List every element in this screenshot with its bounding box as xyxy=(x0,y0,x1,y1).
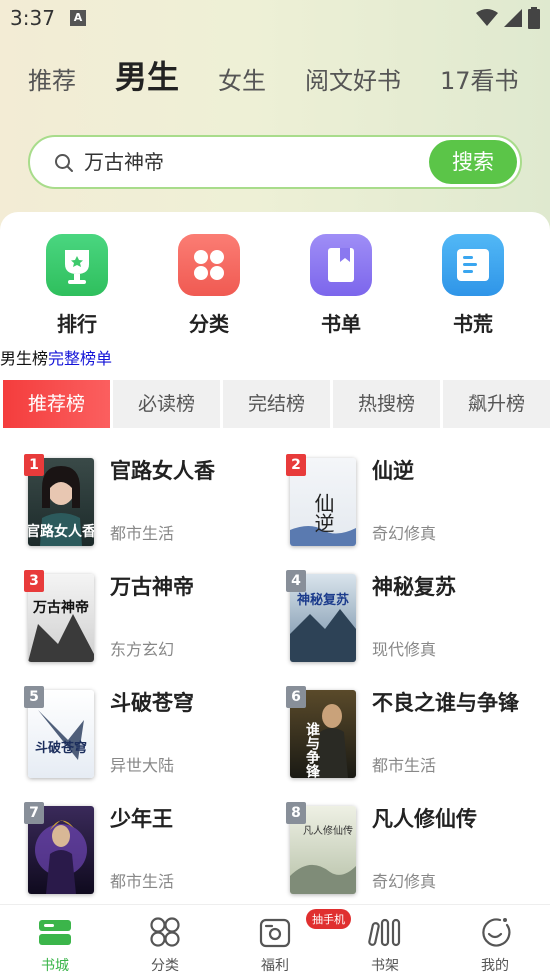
book-title: 不良之谁与争锋 xyxy=(372,691,519,715)
nav-bookstore-label: 书城 xyxy=(41,958,69,974)
quick-bookfamine[interactable]: 书荒 xyxy=(438,234,508,337)
book-title: 少年王 xyxy=(110,807,173,831)
rank-badge: 8 xyxy=(286,802,306,824)
nav-bookshelf[interactable]: 书架 xyxy=(350,915,420,975)
rank-tab-completed[interactable]: 完结榜 xyxy=(223,380,330,428)
tab-17kan[interactable]: 17看书 xyxy=(440,56,519,106)
search-button[interactable]: 搜索 xyxy=(429,140,517,184)
book-category: 都市生活 xyxy=(372,756,437,775)
cover-title: 凡人修仙传 xyxy=(303,824,353,837)
status-icons xyxy=(476,6,540,30)
rank-tab-rising[interactable]: 飙升榜 xyxy=(443,380,550,428)
quick-category[interactable]: 分类 xyxy=(174,234,244,337)
nav-profile[interactable]: 我的 xyxy=(460,915,530,975)
notification-icon: A xyxy=(70,10,86,26)
book-item[interactable]: 4 神秘复苏 神秘复苏 现代修真 xyxy=(286,570,548,684)
rank-badge: 2 xyxy=(286,454,306,476)
status-time: 3:37 xyxy=(10,6,55,30)
rank-title: 男生榜 xyxy=(0,349,49,368)
tab-male[interactable]: 男生 xyxy=(115,52,179,102)
book-title: 仙逆 xyxy=(372,459,414,483)
main-content: 排行 分类 书单 书荒 男生榜完整榜单 推荐榜 必读榜 完结榜 热搜榜 飙升榜 … xyxy=(0,212,550,904)
cover-title: 神秘复苏 xyxy=(297,592,349,608)
rank-badge: 5 xyxy=(24,686,44,708)
nav-profile-label: 我的 xyxy=(481,958,509,974)
tab-recommend[interactable]: 推荐 xyxy=(28,56,76,106)
signal-icon xyxy=(504,9,522,27)
rank-tabs: 推荐榜 必读榜 完结榜 热搜榜 飙升榜 xyxy=(0,380,550,430)
cover-title: 仙逆 xyxy=(311,493,335,533)
book-category: 奇幻修真 xyxy=(372,524,437,543)
quick-ranking[interactable]: 排行 xyxy=(42,234,112,337)
book-item[interactable]: 6 谁与争锋 不良之谁与争锋 都市生活 xyxy=(286,686,548,800)
book-title: 万古神帝 xyxy=(110,575,194,599)
search-icon xyxy=(55,154,73,172)
quick-booklist[interactable]: 书单 xyxy=(306,234,376,337)
quick-bookfamine-label: 书荒 xyxy=(453,312,493,336)
channel-tabs: 推荐 男生 女生 阅文好书 17看书 xyxy=(0,56,550,106)
book-category: 异世大陆 xyxy=(110,756,175,775)
rank-badge: 7 xyxy=(24,802,44,824)
nav-welfare[interactable]: 抽手机 福利 xyxy=(240,909,351,975)
status-bar: 3:37 A xyxy=(0,0,550,38)
wifi-icon xyxy=(476,9,498,26)
category-icon xyxy=(148,915,182,949)
book-item[interactable]: 1 官路女人香 官路女人香 都市生活 xyxy=(24,454,286,568)
search-bar[interactable]: 万古神帝 搜索 xyxy=(28,135,522,189)
rank-tab-hotsearch[interactable]: 热搜榜 xyxy=(333,380,440,428)
open-book-icon xyxy=(442,234,504,296)
book-item[interactable]: 3 万古神帝 万古神帝 东方玄幻 xyxy=(24,570,286,684)
cover-title: 谁与争锋 xyxy=(304,721,320,778)
book-item[interactable]: 8 凡人修仙传 凡人修仙传 奇幻修真 xyxy=(286,802,548,904)
rank-tab-mustread[interactable]: 必读榜 xyxy=(113,380,220,428)
cover-title: 万古神帝 xyxy=(32,599,89,616)
book-title: 凡人修仙传 xyxy=(372,807,477,831)
quick-category-label: 分类 xyxy=(189,312,229,336)
rank-badge: 6 xyxy=(286,686,306,708)
trophy-icon xyxy=(46,234,108,296)
book-title: 斗破苍穹 xyxy=(110,691,194,715)
battery-icon xyxy=(528,7,540,29)
bottom-nav: 书城 分类 抽手机 福利 书架 我的 xyxy=(0,904,550,979)
nav-category-label: 分类 xyxy=(151,958,179,974)
gift-icon: 抽手机 xyxy=(258,909,351,949)
rank-badge: 1 xyxy=(24,454,44,476)
bookshelf-icon xyxy=(368,915,402,949)
cover-title: 官路女人香 xyxy=(28,523,94,540)
cover-title: 斗破苍穹 xyxy=(35,740,87,756)
grid-icon xyxy=(178,234,240,296)
rank-header: 男生榜完整榜单 xyxy=(0,345,112,369)
tab-female[interactable]: 女生 xyxy=(218,56,266,106)
profile-icon xyxy=(478,915,512,949)
nav-welfare-label: 福利 xyxy=(261,958,289,974)
book-list-icon xyxy=(310,234,372,296)
nav-bookshelf-label: 书架 xyxy=(371,958,399,974)
book-title: 官路女人香 xyxy=(110,459,215,483)
quick-booklist-label: 书单 xyxy=(321,312,361,336)
book-item[interactable]: 2 仙逆 仙逆 奇幻修真 xyxy=(286,454,548,568)
book-category: 奇幻修真 xyxy=(372,872,437,891)
bookstore-icon xyxy=(38,915,72,949)
book-category: 都市生活 xyxy=(110,524,175,543)
quick-ranking-label: 排行 xyxy=(57,312,97,336)
rank-tab-recommend[interactable]: 推荐榜 xyxy=(3,380,110,428)
rank-badge: 3 xyxy=(24,570,44,592)
nav-category[interactable]: 分类 xyxy=(130,915,200,975)
rank-badge: 4 xyxy=(286,570,306,592)
search-input[interactable]: 万古神帝 xyxy=(84,137,164,187)
tab-yuewen[interactable]: 阅文好书 xyxy=(305,56,401,106)
nav-bookstore[interactable]: 书城 xyxy=(20,915,90,975)
book-item[interactable]: 5 斗破苍穹 斗破苍穹 异世大陆 xyxy=(24,686,286,800)
welfare-badge: 抽手机 xyxy=(306,909,351,929)
book-category: 都市生活 xyxy=(110,872,175,891)
full-ranking-link[interactable]: 完整榜单 xyxy=(48,349,112,368)
book-title: 神秘复苏 xyxy=(372,575,456,599)
book-category: 东方玄幻 xyxy=(110,640,175,659)
book-category: 现代修真 xyxy=(372,640,437,659)
book-item[interactable]: 7 少年王 都市生活 xyxy=(24,802,286,904)
